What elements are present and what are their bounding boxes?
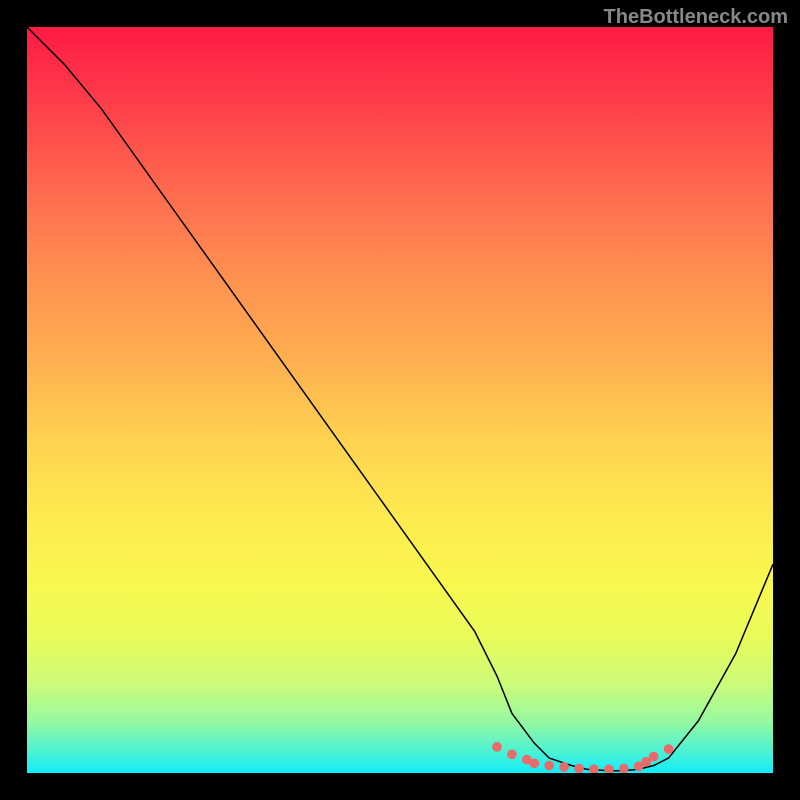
marker-dot bbox=[574, 764, 584, 773]
marker-dot bbox=[544, 761, 554, 771]
marker-dot bbox=[492, 742, 502, 752]
marker-dot bbox=[559, 762, 569, 772]
plot-area bbox=[27, 27, 773, 773]
marker-dot bbox=[664, 744, 674, 754]
marker-dots bbox=[492, 742, 673, 773]
marker-dot bbox=[507, 750, 517, 760]
marker-dot bbox=[604, 764, 614, 773]
chart-svg bbox=[27, 27, 773, 773]
marker-dot bbox=[529, 758, 539, 768]
marker-dot bbox=[619, 764, 629, 773]
marker-dot bbox=[649, 752, 659, 762]
watermark-text: TheBottleneck.com bbox=[604, 6, 788, 29]
curve-line bbox=[27, 27, 773, 771]
marker-dot bbox=[589, 764, 599, 773]
